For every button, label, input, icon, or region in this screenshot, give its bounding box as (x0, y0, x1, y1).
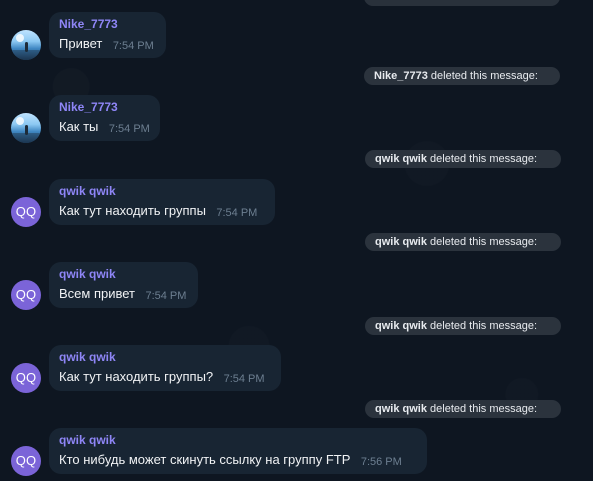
service-message: Nike_7773 deleted this message: (364, 67, 560, 85)
message-text-line: Как ты 7:54 PM (59, 119, 150, 136)
message-text-line: Кто нибудь может скинуть ссылку на групп… (59, 452, 417, 469)
message-text: Как тут находить группы (59, 203, 206, 218)
service-message-partial (364, 0, 560, 6)
message-bubble[interactable]: Nike_7773 Как ты 7:54 PM (49, 95, 160, 141)
user-avatar[interactable]: QQ (11, 280, 41, 310)
service-text: deleted this message: (430, 153, 538, 165)
message-bubble[interactable]: qwik qwik Как тут находить группы? 7:54 … (49, 345, 281, 391)
service-text: deleted this message: (430, 403, 538, 415)
service-message: qwik qwik deleted this message: (365, 400, 561, 418)
message-time: 7:54 PM (145, 290, 187, 302)
message-bubble[interactable]: qwik qwik Всем привет 7:54 PM (49, 262, 198, 308)
message-bubble[interactable]: qwik qwik Как тут находить группы 7:54 P… (49, 179, 275, 225)
message-row: Nike_7773 Привет 7:54 PM (0, 12, 593, 60)
sender-name[interactable]: qwik qwik (59, 184, 265, 198)
service-text: deleted this message: (430, 70, 538, 82)
service-message: qwik qwik deleted this message: (365, 317, 561, 335)
sender-name[interactable]: qwik qwik (59, 267, 188, 281)
user-avatar[interactable]: QQ (11, 197, 41, 227)
user-avatar[interactable]: QQ (11, 446, 41, 476)
message-bubble[interactable]: Nike_7773 Привет 7:54 PM (49, 12, 166, 58)
service-text: deleted this message: (430, 236, 538, 248)
service-message: qwik qwik deleted this message: (365, 150, 561, 168)
message-text: Как ты (59, 119, 99, 134)
message-time: 7:56 PM (360, 456, 402, 468)
message-text-line: Привет 7:54 PM (59, 36, 156, 53)
service-name: qwik qwik (375, 236, 427, 248)
message-text: Всем привет (59, 286, 135, 301)
sender-name[interactable]: Nike_7773 (59, 17, 156, 31)
message-text: Как тут находить группы? (59, 369, 214, 384)
service-text: deleted this message: (430, 320, 538, 332)
sender-name[interactable]: qwik qwik (59, 350, 271, 364)
initials-avatar-icon: QQ (15, 453, 37, 468)
message-time: 7:54 PM (108, 123, 150, 135)
message-text-line: Как тут находить группы 7:54 PM (59, 203, 265, 220)
landscape-avatar-icon (16, 34, 24, 42)
service-name: qwik qwik (375, 153, 427, 165)
initials-avatar-icon: QQ (15, 370, 37, 385)
user-avatar[interactable] (11, 113, 41, 143)
service-name: qwik qwik (375, 320, 427, 332)
landscape-avatar-icon (16, 117, 24, 125)
service-message: qwik qwik deleted this message: (365, 233, 561, 251)
user-avatar[interactable] (11, 30, 41, 60)
initials-avatar-icon: QQ (15, 287, 37, 302)
message-row: Nike_7773 Как ты 7:54 PM (0, 95, 593, 143)
avatar-figure (25, 42, 28, 52)
sender-name[interactable]: qwik qwik (59, 433, 417, 447)
sender-name[interactable]: Nike_7773 (59, 100, 150, 114)
message-time: 7:54 PM (112, 40, 154, 52)
message-bubble[interactable]: qwik qwik Кто нибудь может скинуть ссылк… (49, 428, 427, 474)
user-avatar[interactable]: QQ (11, 363, 41, 393)
message-text: Привет (59, 36, 103, 51)
message-time: 7:54 PM (216, 207, 258, 219)
message-text-line: Всем привет 7:54 PM (59, 286, 188, 303)
message-text: Кто нибудь может скинуть ссылку на групп… (59, 452, 351, 467)
initials-avatar-icon: QQ (15, 204, 37, 219)
message-text-line: Как тут находить группы? 7:54 PM (59, 369, 271, 386)
service-name: qwik qwik (375, 403, 427, 415)
service-name: Nike_7773 (374, 70, 428, 82)
avatar-figure (25, 125, 28, 135)
message-time: 7:54 PM (223, 373, 265, 385)
